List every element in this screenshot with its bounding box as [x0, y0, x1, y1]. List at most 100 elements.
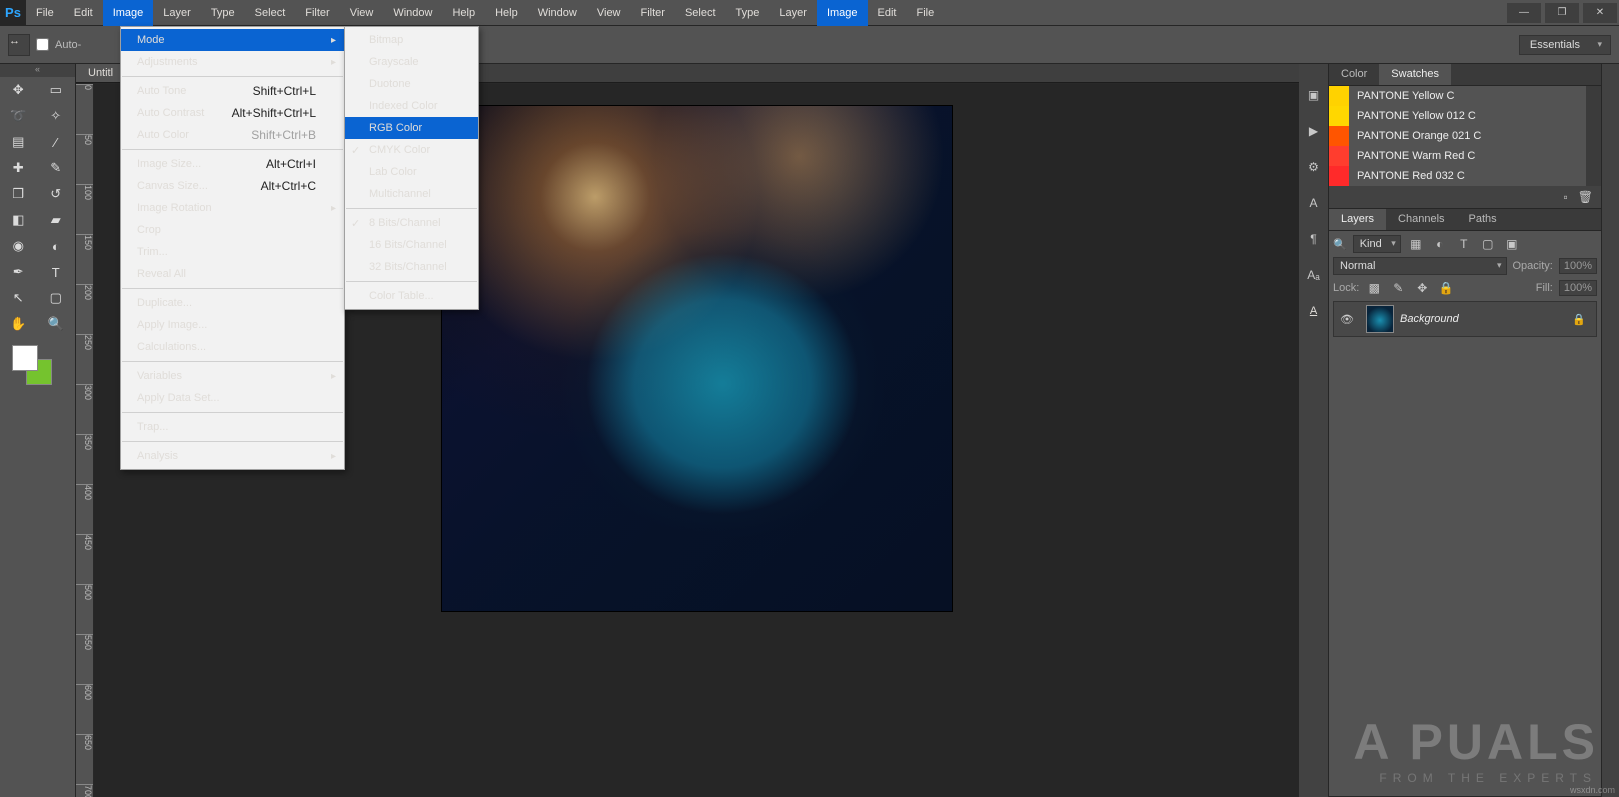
tool-lasso[interactable]: ➰	[0, 103, 38, 129]
filter-type-icon[interactable]: T	[1455, 235, 1473, 253]
menu-item-duplicate-[interactable]: Duplicate...	[121, 292, 344, 314]
menu-file[interactable]: File	[906, 0, 944, 26]
filter-shape-icon[interactable]: ▢	[1479, 235, 1497, 253]
new-swatch-icon[interactable]: ▫	[1564, 190, 1568, 204]
history-panel-icon[interactable]: ▣	[1305, 86, 1323, 104]
lock-transparent-icon[interactable]: ▩	[1365, 279, 1383, 297]
styles-panel-icon[interactable]: Aₐ	[1305, 266, 1323, 284]
mode-16-bits-channel[interactable]: 16 Bits/Channel	[345, 234, 478, 256]
character-panel-icon[interactable]: A	[1305, 194, 1323, 212]
tool-history[interactable]: ↺	[38, 181, 76, 207]
mode-lab-color[interactable]: Lab Color	[345, 161, 478, 183]
menu-layer[interactable]: Layer	[153, 0, 201, 26]
filter-pixel-icon[interactable]: ▦	[1407, 235, 1425, 253]
menu-image[interactable]: Image	[103, 0, 154, 26]
tool-blur[interactable]: ◉	[0, 233, 38, 259]
menu-filter[interactable]: Filter	[295, 0, 339, 26]
swatch-item[interactable]: PANTONE Red 032 C	[1329, 166, 1586, 186]
menu-type[interactable]: Type	[726, 0, 770, 26]
blend-mode-select[interactable]: Normal	[1333, 257, 1507, 275]
menu-item-trim-[interactable]: Trim...	[121, 241, 344, 263]
tool-stamp[interactable]: ❒	[0, 181, 38, 207]
tool-heal[interactable]: ✚	[0, 155, 38, 181]
panel-collapse-handle[interactable]	[1601, 64, 1619, 797]
swatch-item[interactable]: PANTONE Yellow 012 C	[1329, 106, 1586, 126]
mode-8-bits-channel[interactable]: ✓8 Bits/Channel	[345, 212, 478, 234]
menu-type[interactable]: Type	[201, 0, 245, 26]
menu-select[interactable]: Select	[675, 0, 726, 26]
layer-name[interactable]: Background	[1400, 313, 1459, 325]
tab-color[interactable]: Color	[1329, 64, 1379, 85]
opacity-value[interactable]: 100%	[1559, 258, 1597, 274]
mode-multichannel[interactable]: Multichannel	[345, 183, 478, 205]
color-swatch-tool[interactable]	[12, 345, 52, 385]
layer-filter-kind[interactable]: Kind	[1353, 235, 1401, 253]
menu-item-auto-tone[interactable]: Auto ToneShift+Ctrl+L	[121, 80, 344, 102]
foreground-color-swatch[interactable]	[12, 345, 38, 371]
tool-wand[interactable]: ✧	[38, 103, 76, 129]
tool-marquee[interactable]: ▭	[38, 77, 76, 103]
tab-layers[interactable]: Layers	[1329, 209, 1386, 230]
swatch-item[interactable]: PANTONE Warm Red C	[1329, 146, 1586, 166]
menu-item-trap-[interactable]: Trap...	[121, 416, 344, 438]
char-styles-panel-icon[interactable]: A	[1305, 302, 1323, 320]
tool-path[interactable]: ↖	[0, 285, 38, 311]
layer-thumbnail[interactable]	[1366, 305, 1394, 333]
mode-rgb-color[interactable]: RGB Color	[345, 117, 478, 139]
layer-item[interactable]: 👁 Background 🔒	[1333, 301, 1597, 337]
tool-eraser[interactable]: ◧	[0, 207, 38, 233]
menu-image[interactable]: Image	[817, 0, 868, 26]
menu-item-auto-contrast[interactable]: Auto ContrastAlt+Shift+Ctrl+L	[121, 102, 344, 124]
menu-item-image-size-[interactable]: Image Size...Alt+Ctrl+I	[121, 153, 344, 175]
mode-grayscale[interactable]: Grayscale	[345, 51, 478, 73]
auto-select-checkbox[interactable]	[36, 38, 49, 51]
tab-channels[interactable]: Channels	[1386, 209, 1456, 230]
filter-smart-icon[interactable]: ▣	[1503, 235, 1521, 253]
minimize-button[interactable]: —	[1507, 3, 1541, 23]
menu-edit[interactable]: Edit	[64, 0, 103, 26]
workspace-switcher[interactable]: Essentials	[1519, 35, 1611, 55]
tool-zoom[interactable]: 🔍	[38, 311, 76, 337]
menu-item-mode[interactable]: Mode▸	[121, 29, 344, 51]
lock-position-icon[interactable]: ✥	[1413, 279, 1431, 297]
menu-view[interactable]: View	[587, 0, 631, 26]
menu-select[interactable]: Select	[245, 0, 296, 26]
tab-swatches[interactable]: Swatches	[1379, 64, 1451, 85]
tool-pen[interactable]: ✒	[0, 259, 38, 285]
menu-item-analysis[interactable]: Analysis▸	[121, 445, 344, 467]
filter-adjust-icon[interactable]: ◐	[1431, 235, 1449, 253]
properties-panel-icon[interactable]: ⚙	[1305, 158, 1323, 176]
toolbox-collapse[interactable]: «	[0, 64, 75, 77]
mode-cmyk-color[interactable]: ✓CMYK Color	[345, 139, 478, 161]
menu-item-adjustments[interactable]: Adjustments▸	[121, 51, 344, 73]
fill-value[interactable]: 100%	[1559, 280, 1597, 296]
layer-visibility-icon[interactable]: 👁	[1334, 313, 1360, 326]
lock-pixels-icon[interactable]: ✎	[1389, 279, 1407, 297]
tab-paths[interactable]: Paths	[1457, 209, 1509, 230]
menu-view[interactable]: View	[340, 0, 384, 26]
menu-item-calculations-[interactable]: Calculations...	[121, 336, 344, 358]
menu-item-canvas-size-[interactable]: Canvas Size...Alt+Ctrl+C	[121, 175, 344, 197]
tool-hand[interactable]: ✋	[0, 311, 38, 337]
menu-window[interactable]: Window	[528, 0, 587, 26]
menu-help[interactable]: Help	[442, 0, 485, 26]
actions-panel-icon[interactable]: ▶	[1305, 122, 1323, 140]
menu-layer[interactable]: Layer	[769, 0, 817, 26]
menu-item-image-rotation[interactable]: Image Rotation▸	[121, 197, 344, 219]
tool-dodge[interactable]: ◐	[38, 233, 76, 259]
swatch-item[interactable]: PANTONE Orange 021 C	[1329, 126, 1586, 146]
tool-crop[interactable]: ▤	[0, 129, 38, 155]
swatch-item[interactable]: PANTONE Yellow C	[1329, 86, 1586, 106]
tool-type[interactable]: T	[38, 259, 76, 285]
menu-item-apply-image-[interactable]: Apply Image...	[121, 314, 344, 336]
delete-swatch-icon[interactable]: 🗑	[1578, 190, 1593, 204]
swatch-scrollbar[interactable]	[1586, 86, 1601, 186]
menu-item-crop[interactable]: Crop	[121, 219, 344, 241]
menu-window[interactable]: Window	[383, 0, 442, 26]
move-tool-icon[interactable]: ↔	[8, 34, 30, 56]
tool-shape[interactable]: ▢	[38, 285, 76, 311]
tool-eyedropper[interactable]: ⁄	[38, 129, 76, 155]
tool-brush[interactable]: ✎	[38, 155, 76, 181]
maximize-button[interactable]: ❐	[1545, 3, 1579, 23]
document-tab[interactable]: Untitl	[76, 64, 126, 82]
